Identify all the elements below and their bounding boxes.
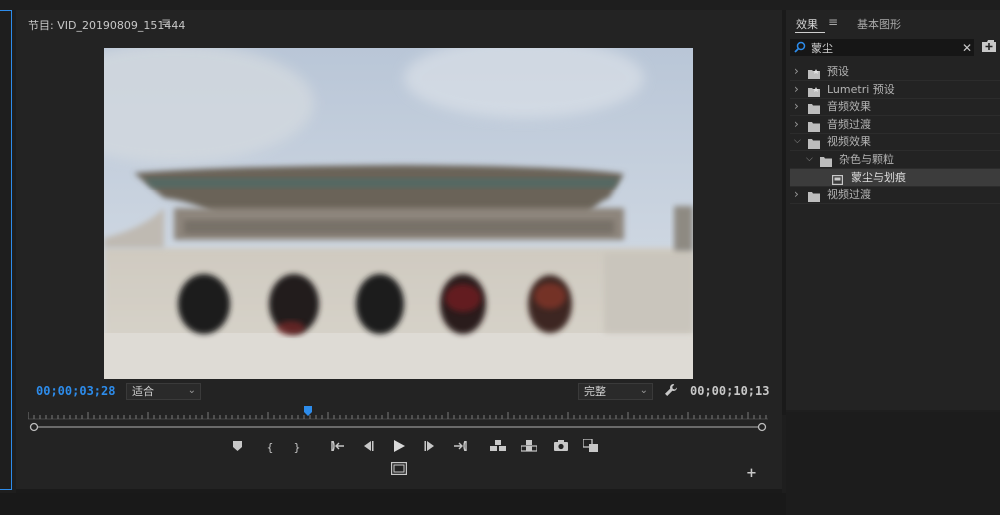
hamburger-menu-icon[interactable]: ≡	[161, 15, 171, 29]
row-divider	[790, 203, 1000, 204]
close-icon[interactable]: ✕	[962, 41, 972, 55]
step-forward-button[interactable]	[423, 440, 437, 454]
go-to-out-icon	[453, 440, 467, 454]
effects-tree-item-label: 预设	[827, 65, 849, 78]
current-timecode[interactable]: 00;00;03;28	[36, 384, 115, 398]
chevron-down-icon: ⌄	[187, 385, 196, 396]
tab-effects[interactable]: 效果	[796, 16, 818, 32]
effects-tree-item[interactable]: › 音频效果	[790, 98, 1000, 115]
active-tab-underline	[795, 32, 825, 33]
insert-icon	[490, 439, 506, 455]
mark-out-button[interactable]: }	[292, 440, 302, 454]
effects-tree-item[interactable]: ⌵ 杂色与颗粒	[790, 151, 1000, 168]
effects-tree-item[interactable]: 蒙尘与划痕	[790, 169, 1000, 186]
go-to-in-button[interactable]	[330, 440, 346, 454]
tab-essential-graphics[interactable]: 基本图形	[857, 16, 901, 32]
time-ruler[interactable]	[27, 406, 768, 420]
comparison-view-button[interactable]	[582, 438, 599, 455]
chevron-right-icon[interactable]: ›	[794, 116, 799, 133]
effects-tree-item[interactable]: › Lumetri 预设	[790, 81, 1000, 98]
effects-tree-item[interactable]: ⌵ 视频效果	[790, 133, 1000, 150]
playback-quality-value: 完整	[584, 385, 606, 398]
search-icon	[794, 41, 806, 56]
effects-tree-item[interactable]: › 视频过渡	[790, 186, 1000, 203]
go-to-out-button[interactable]	[452, 440, 468, 454]
insert-button[interactable]	[489, 439, 507, 455]
toggle-proxy-button[interactable]	[391, 462, 408, 478]
chevron-right-icon[interactable]: ›	[794, 98, 799, 115]
video-frame-image	[104, 48, 693, 379]
effects-tree-item-label: 视频过渡	[827, 188, 871, 201]
zoom-scrollbar[interactable]	[28, 421, 768, 433]
effects-tree-item[interactable]: › 音频过渡	[790, 116, 1000, 133]
right-lower-panel	[786, 412, 1000, 515]
effects-search-input[interactable]	[811, 40, 961, 55]
new-custom-bin-icon[interactable]	[982, 40, 998, 56]
plus-icon[interactable]: +	[746, 466, 757, 481]
playback-quality-select[interactable]: 完整 ⌄	[578, 383, 653, 400]
hamburger-menu-icon[interactable]: ≡	[828, 15, 838, 29]
mark-out-icon: }	[293, 440, 301, 454]
effects-tree-item-label: 蒙尘与划痕	[851, 171, 906, 184]
chevron-right-icon[interactable]: ›	[794, 63, 799, 80]
chevron-right-icon[interactable]: ›	[794, 186, 799, 203]
effects-tree-item-label: 音频过渡	[827, 118, 871, 131]
effects-tree-item-label: 视频效果	[827, 135, 871, 148]
overwrite-icon	[520, 439, 538, 455]
chevron-down-icon[interactable]: ⌵	[806, 151, 813, 168]
step-forward-icon	[424, 440, 436, 454]
camera-icon	[554, 440, 568, 454]
go-to-in-icon	[331, 440, 345, 454]
add-marker-button[interactable]	[231, 440, 243, 454]
export-frame-button[interactable]	[553, 440, 569, 454]
effects-tree-item-label: 杂色与颗粒	[839, 153, 894, 166]
effects-tree-item[interactable]: › 预设	[790, 63, 1000, 80]
effects-tree-item-label: Lumetri 预设	[827, 83, 895, 96]
total-duration-timecode: 00;00;10;13	[690, 384, 770, 398]
chevron-down-icon: ⌄	[639, 385, 648, 396]
zoom-level-value: 适合	[132, 385, 154, 398]
chevron-down-icon[interactable]: ⌵	[794, 133, 801, 150]
step-back-icon	[362, 440, 374, 454]
play-button[interactable]	[392, 439, 406, 455]
left-panel-edge	[0, 10, 12, 490]
marker-icon	[232, 440, 242, 454]
play-icon	[393, 439, 405, 455]
effects-tree-item-label: 音频效果	[827, 100, 871, 113]
step-back-button[interactable]	[361, 440, 375, 454]
video-preview[interactable]	[104, 48, 693, 379]
overwrite-button[interactable]	[520, 439, 538, 455]
mark-in-icon: {	[266, 440, 274, 454]
zoom-level-select[interactable]: 适合 ⌄	[126, 383, 201, 400]
compare-view-icon	[391, 462, 408, 478]
chevron-right-icon[interactable]: ›	[794, 81, 799, 98]
comparison-view-icon	[582, 438, 599, 455]
mark-in-button[interactable]: {	[265, 440, 275, 454]
folder-icon	[808, 190, 821, 207]
playhead-marker	[304, 406, 312, 416]
wrench-icon[interactable]	[664, 383, 678, 400]
